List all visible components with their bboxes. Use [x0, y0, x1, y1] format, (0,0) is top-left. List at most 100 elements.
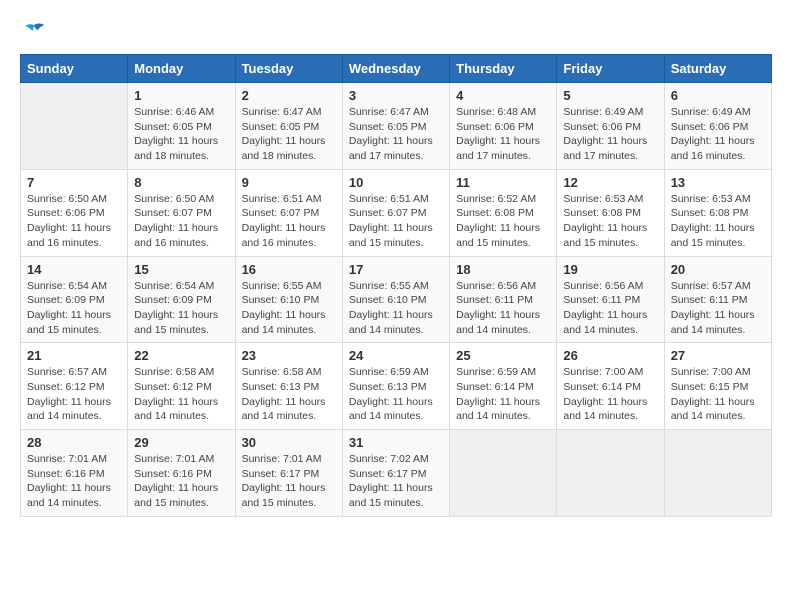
- day-number: 16: [242, 262, 336, 277]
- day-number: 27: [671, 348, 765, 363]
- day-number: 6: [671, 88, 765, 103]
- calendar-cell: 18 Sunrise: 6:56 AM Sunset: 6:11 PM Dayl…: [450, 256, 557, 343]
- daylight: Daylight: 11 hours and 14 minutes.: [27, 396, 111, 423]
- sunset: Sunset: 6:13 PM: [242, 381, 320, 393]
- sunrise: Sunrise: 7:00 AM: [563, 366, 643, 378]
- sunset: Sunset: 6:06 PM: [563, 121, 641, 133]
- sunset: Sunset: 6:05 PM: [242, 121, 320, 133]
- calendar-cell: 5 Sunrise: 6:49 AM Sunset: 6:06 PM Dayli…: [557, 83, 664, 170]
- sunrise: Sunrise: 6:49 AM: [671, 106, 751, 118]
- daylight: Daylight: 11 hours and 14 minutes.: [242, 309, 326, 336]
- sunrise: Sunrise: 6:47 AM: [349, 106, 429, 118]
- calendar-cell: 31 Sunrise: 7:02 AM Sunset: 6:17 PM Dayl…: [342, 430, 449, 517]
- day-info: Sunrise: 6:57 AM Sunset: 6:12 PM Dayligh…: [27, 365, 121, 424]
- calendar-cell: 26 Sunrise: 7:00 AM Sunset: 6:14 PM Dayl…: [557, 343, 664, 430]
- daylight: Daylight: 11 hours and 17 minutes.: [349, 135, 433, 162]
- sunrise: Sunrise: 6:56 AM: [563, 280, 643, 292]
- day-number: 12: [563, 175, 657, 190]
- sunset: Sunset: 6:07 PM: [134, 207, 212, 219]
- day-number: 15: [134, 262, 228, 277]
- sunset: Sunset: 6:16 PM: [134, 468, 212, 480]
- day-info: Sunrise: 6:51 AM Sunset: 6:07 PM Dayligh…: [242, 192, 336, 251]
- day-number: 19: [563, 262, 657, 277]
- day-number: 7: [27, 175, 121, 190]
- sunset: Sunset: 6:16 PM: [27, 468, 105, 480]
- daylight: Daylight: 11 hours and 15 minutes.: [671, 222, 755, 249]
- weekday-header-friday: Friday: [557, 55, 664, 83]
- calendar-table: SundayMondayTuesdayWednesdayThursdayFrid…: [20, 54, 772, 517]
- calendar-cell: 20 Sunrise: 6:57 AM Sunset: 6:11 PM Dayl…: [664, 256, 771, 343]
- calendar-cell: 19 Sunrise: 6:56 AM Sunset: 6:11 PM Dayl…: [557, 256, 664, 343]
- sunrise: Sunrise: 6:54 AM: [134, 280, 214, 292]
- day-info: Sunrise: 6:56 AM Sunset: 6:11 PM Dayligh…: [563, 279, 657, 338]
- sunrise: Sunrise: 6:57 AM: [27, 366, 107, 378]
- sunrise: Sunrise: 6:56 AM: [456, 280, 536, 292]
- day-info: Sunrise: 7:01 AM Sunset: 6:16 PM Dayligh…: [27, 452, 121, 511]
- sunset: Sunset: 6:11 PM: [671, 294, 748, 306]
- daylight: Daylight: 11 hours and 14 minutes.: [671, 396, 755, 423]
- weekday-header-tuesday: Tuesday: [235, 55, 342, 83]
- sunset: Sunset: 6:13 PM: [349, 381, 427, 393]
- sunset: Sunset: 6:06 PM: [27, 207, 105, 219]
- calendar-cell: 16 Sunrise: 6:55 AM Sunset: 6:10 PM Dayl…: [235, 256, 342, 343]
- day-number: 21: [27, 348, 121, 363]
- sunset: Sunset: 6:12 PM: [134, 381, 212, 393]
- day-number: 20: [671, 262, 765, 277]
- calendar-cell: 7 Sunrise: 6:50 AM Sunset: 6:06 PM Dayli…: [21, 169, 128, 256]
- weekday-header-monday: Monday: [128, 55, 235, 83]
- day-number: 4: [456, 88, 550, 103]
- logo-bird-icon: [22, 20, 46, 44]
- calendar-week-row: 28 Sunrise: 7:01 AM Sunset: 6:16 PM Dayl…: [21, 430, 772, 517]
- sunset: Sunset: 6:07 PM: [242, 207, 320, 219]
- calendar-week-row: 1 Sunrise: 6:46 AM Sunset: 6:05 PM Dayli…: [21, 83, 772, 170]
- sunset: Sunset: 6:17 PM: [349, 468, 427, 480]
- day-number: 14: [27, 262, 121, 277]
- sunrise: Sunrise: 7:01 AM: [134, 453, 214, 465]
- calendar-cell: [557, 430, 664, 517]
- day-number: 3: [349, 88, 443, 103]
- sunset: Sunset: 6:09 PM: [27, 294, 105, 306]
- calendar-cell: 23 Sunrise: 6:58 AM Sunset: 6:13 PM Dayl…: [235, 343, 342, 430]
- daylight: Daylight: 11 hours and 15 minutes.: [134, 309, 218, 336]
- calendar-cell: 13 Sunrise: 6:53 AM Sunset: 6:08 PM Dayl…: [664, 169, 771, 256]
- daylight: Daylight: 11 hours and 14 minutes.: [671, 309, 755, 336]
- sunrise: Sunrise: 6:49 AM: [563, 106, 643, 118]
- day-info: Sunrise: 6:53 AM Sunset: 6:08 PM Dayligh…: [671, 192, 765, 251]
- day-number: 8: [134, 175, 228, 190]
- sunrise: Sunrise: 6:59 AM: [349, 366, 429, 378]
- weekday-header-sunday: Sunday: [21, 55, 128, 83]
- sunset: Sunset: 6:12 PM: [27, 381, 105, 393]
- sunset: Sunset: 6:08 PM: [563, 207, 641, 219]
- sunrise: Sunrise: 6:47 AM: [242, 106, 322, 118]
- daylight: Daylight: 11 hours and 15 minutes.: [242, 482, 326, 509]
- weekday-header-saturday: Saturday: [664, 55, 771, 83]
- sunrise: Sunrise: 7:01 AM: [27, 453, 107, 465]
- day-number: 31: [349, 435, 443, 450]
- sunset: Sunset: 6:06 PM: [671, 121, 749, 133]
- day-info: Sunrise: 7:01 AM Sunset: 6:17 PM Dayligh…: [242, 452, 336, 511]
- day-number: 10: [349, 175, 443, 190]
- calendar-cell: 12 Sunrise: 6:53 AM Sunset: 6:08 PM Dayl…: [557, 169, 664, 256]
- calendar-cell: 22 Sunrise: 6:58 AM Sunset: 6:12 PM Dayl…: [128, 343, 235, 430]
- sunset: Sunset: 6:10 PM: [242, 294, 320, 306]
- daylight: Daylight: 11 hours and 15 minutes.: [349, 222, 433, 249]
- sunrise: Sunrise: 6:55 AM: [349, 280, 429, 292]
- daylight: Daylight: 11 hours and 15 minutes.: [134, 482, 218, 509]
- sunset: Sunset: 6:10 PM: [349, 294, 427, 306]
- calendar-cell: 21 Sunrise: 6:57 AM Sunset: 6:12 PM Dayl…: [21, 343, 128, 430]
- daylight: Daylight: 11 hours and 15 minutes.: [563, 222, 647, 249]
- daylight: Daylight: 11 hours and 18 minutes.: [242, 135, 326, 162]
- sunrise: Sunrise: 6:58 AM: [242, 366, 322, 378]
- day-info: Sunrise: 6:49 AM Sunset: 6:06 PM Dayligh…: [563, 105, 657, 164]
- calendar-cell: 2 Sunrise: 6:47 AM Sunset: 6:05 PM Dayli…: [235, 83, 342, 170]
- sunrise: Sunrise: 7:02 AM: [349, 453, 429, 465]
- day-info: Sunrise: 6:58 AM Sunset: 6:12 PM Dayligh…: [134, 365, 228, 424]
- calendar-cell: 8 Sunrise: 6:50 AM Sunset: 6:07 PM Dayli…: [128, 169, 235, 256]
- day-info: Sunrise: 6:54 AM Sunset: 6:09 PM Dayligh…: [27, 279, 121, 338]
- daylight: Daylight: 11 hours and 15 minutes.: [27, 309, 111, 336]
- daylight: Daylight: 11 hours and 14 minutes.: [349, 396, 433, 423]
- calendar-cell: 4 Sunrise: 6:48 AM Sunset: 6:06 PM Dayli…: [450, 83, 557, 170]
- sunset: Sunset: 6:06 PM: [456, 121, 534, 133]
- calendar-week-row: 14 Sunrise: 6:54 AM Sunset: 6:09 PM Dayl…: [21, 256, 772, 343]
- weekday-header-wednesday: Wednesday: [342, 55, 449, 83]
